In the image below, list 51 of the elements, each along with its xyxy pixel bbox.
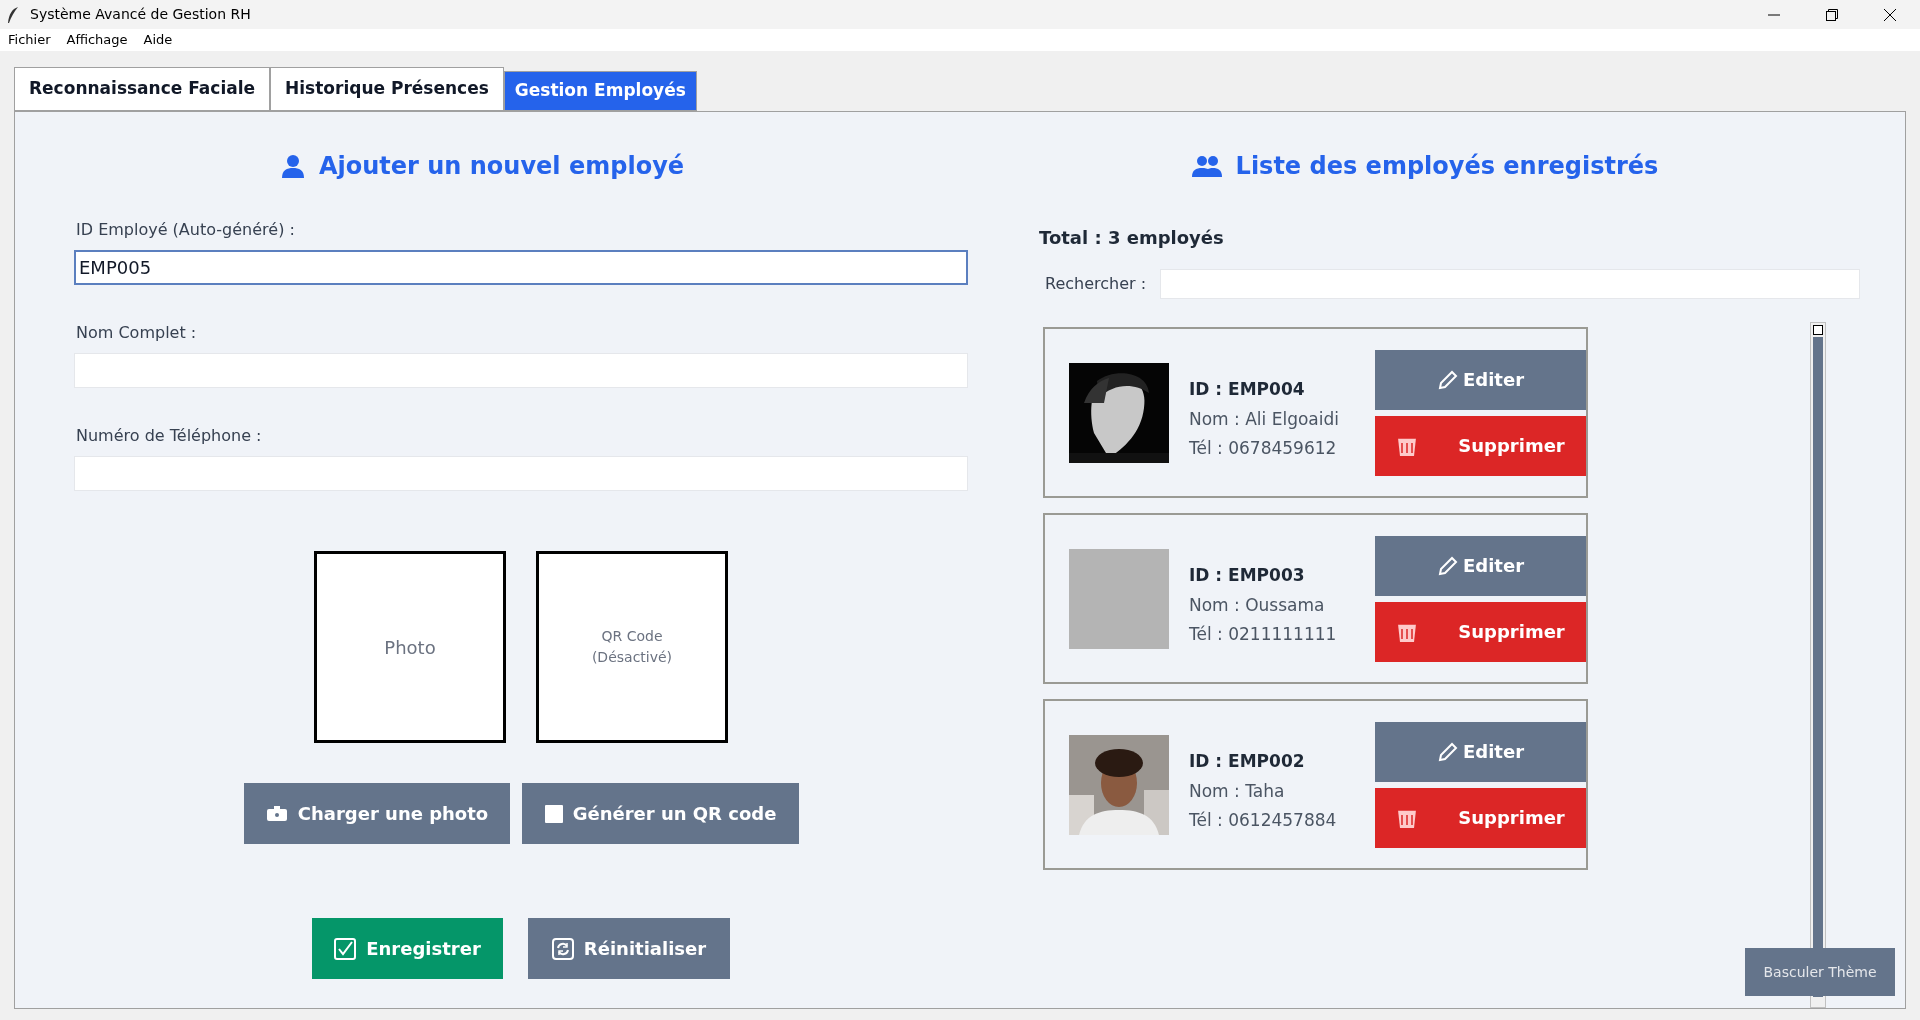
restore-icon[interactable] [1826, 8, 1838, 21]
qr-code-label: QR Code (Désactivé) [591, 627, 673, 667]
menu-item[interactable]: Affichage [66, 30, 128, 50]
close-icon[interactable] [1884, 8, 1896, 21]
field-label: ID Employé (Auto-généré) : [76, 219, 295, 241]
pencil-icon [1436, 368, 1459, 391]
delete-button[interactable]: Supprimer [1375, 415, 1586, 476]
input-field[interactable] [74, 353, 968, 388]
employee-name: Nom : Oussama [1189, 593, 1325, 617]
menu-item[interactable]: Fichier [8, 30, 51, 50]
upload-photo-button[interactable]: Charger une photo [244, 783, 510, 844]
checkbox-icon [334, 937, 357, 960]
person-icon [280, 154, 305, 178]
employee-count: Total : 3 employés [1039, 226, 1224, 250]
edit-button[interactable]: Editer [1375, 721, 1586, 782]
square-icon [544, 804, 563, 823]
employee-name: Nom : Taha [1189, 779, 1285, 803]
delete-button[interactable]: Supprimer [1375, 601, 1586, 662]
photo-label: Photo [384, 635, 436, 660]
refresh-icon [551, 937, 574, 960]
employee-phone: Tél : 0211111111 [1189, 623, 1337, 647]
search-field[interactable] [1160, 269, 1861, 299]
menu-item[interactable]: Aide [143, 30, 173, 50]
generate-qr-button[interactable]: Générer un QR code [522, 783, 799, 844]
field-label: Numéro de Téléphone : [76, 425, 262, 447]
employee-name: Nom : Ali Elgoaidi [1189, 407, 1339, 431]
delete-button[interactable]: Supprimer [1375, 787, 1586, 848]
window-title: Système Avancé de Gestion RH [30, 5, 251, 24]
field-label: Nom Complet : [76, 322, 197, 344]
people-icon [1191, 155, 1222, 177]
feather-icon [6, 5, 20, 24]
input-field[interactable] [74, 456, 968, 491]
section-heading: Liste des employés enregistrés [1235, 151, 1659, 182]
tab[interactable]: Historique Présences [270, 67, 504, 111]
tab[interactable]: Gestion Employés [503, 71, 697, 111]
tab[interactable]: Reconnaissance Faciale [14, 67, 271, 111]
employee-id: ID : EMP004 [1189, 378, 1305, 402]
edit-button[interactable]: Editer [1375, 535, 1586, 596]
input-field[interactable]: EMP005 [74, 250, 968, 285]
edit-button[interactable]: Editer [1375, 349, 1586, 410]
employee-phone: Tél : 0678459612 [1189, 437, 1337, 461]
employee-id: ID : EMP003 [1189, 564, 1305, 588]
save-button[interactable]: Enregistrer [312, 918, 503, 979]
section-heading: Ajouter un nouvel employé [318, 151, 685, 182]
search-label: Rechercher : [1045, 273, 1147, 295]
employee-id: ID : EMP002 [1189, 750, 1305, 774]
reset-button[interactable]: Réinitialiser [528, 918, 730, 979]
theme-toggle-button[interactable]: Basculer Thème [1745, 948, 1895, 996]
pencil-icon [1436, 740, 1459, 763]
employee-phone: Tél : 0612457884 [1189, 809, 1337, 833]
pencil-icon [1436, 554, 1459, 577]
